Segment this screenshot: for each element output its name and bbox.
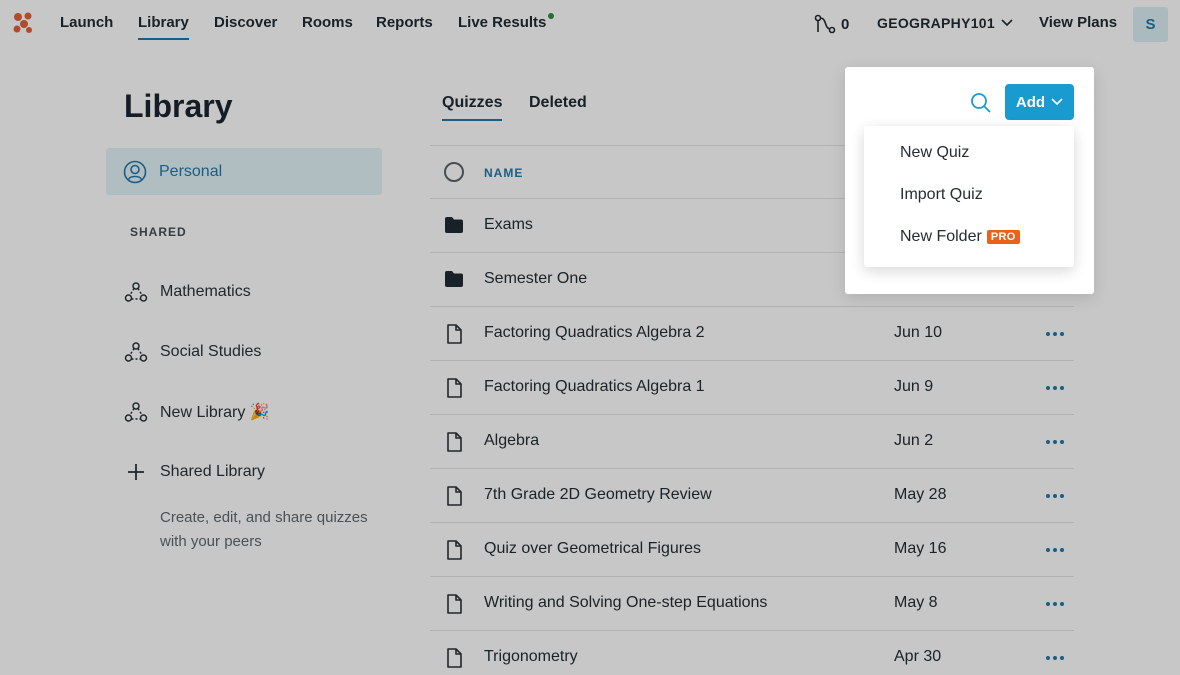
- menu-item-label: New Quiz: [900, 144, 970, 161]
- sidebar-item-social-studies[interactable]: Social Studies: [124, 341, 261, 363]
- row-date: May 16: [894, 540, 947, 557]
- add-shared-label: Shared Library: [160, 463, 265, 480]
- table-row[interactable]: 7th Grade 2D Geometry Review May 28: [430, 469, 1074, 523]
- row-name[interactable]: Semester One: [484, 270, 587, 288]
- top-nav: Launch Library Discover Rooms Reports Li…: [0, 0, 1180, 48]
- folder-icon: [444, 270, 464, 293]
- plus-icon: [128, 464, 144, 480]
- shared-heading: SHARED: [130, 225, 187, 239]
- tab-quizzes[interactable]: Quizzes: [442, 94, 503, 121]
- more-options-icon[interactable]: [1046, 386, 1066, 390]
- more-options-icon[interactable]: [1046, 494, 1066, 498]
- more-options-icon[interactable]: [1046, 440, 1066, 444]
- menu-item-import-quiz[interactable]: Import Quiz: [900, 186, 983, 204]
- search-icon[interactable]: [969, 91, 993, 115]
- shared-group-icon: [124, 402, 148, 422]
- user-circle-icon: [123, 160, 147, 183]
- routes-counter[interactable]: 0: [814, 14, 849, 34]
- document-icon: [444, 486, 464, 511]
- class-selector[interactable]: GEOGRAPHY101: [877, 15, 1013, 31]
- nav-launch[interactable]: Launch: [60, 14, 113, 31]
- sidebar-item-label: New Library 🎉: [160, 404, 270, 421]
- add-button-label: Add: [1015, 93, 1046, 111]
- document-icon: [444, 324, 464, 349]
- document-icon: [444, 540, 464, 565]
- row-date: Jun 10: [894, 324, 943, 341]
- row-name[interactable]: 7th Grade 2D Geometry Review: [484, 486, 712, 504]
- more-options-icon[interactable]: [1046, 332, 1066, 336]
- sidebar-item-new-library[interactable]: New Library 🎉: [124, 401, 270, 423]
- row-name[interactable]: Factoring Quadratics Algebra 1: [484, 378, 705, 396]
- sidebar-item-label: Mathematics: [160, 283, 251, 300]
- menu-item-new-quiz[interactable]: New Quiz: [900, 144, 969, 162]
- document-icon: [444, 378, 464, 403]
- table-row[interactable]: Quiz over Geometrical Figures May 16: [430, 523, 1074, 577]
- table-row[interactable]: Factoring Quadratics Algebra 1 Jun 9: [430, 361, 1074, 415]
- nav-library[interactable]: Library: [138, 14, 189, 40]
- nav-reports[interactable]: Reports: [376, 14, 433, 31]
- row-date: Jun 9: [894, 378, 934, 395]
- route-icon: [814, 14, 836, 34]
- sidebar-item-personal[interactable]: Personal: [106, 148, 382, 195]
- menu-item-label: New Folder: [900, 228, 982, 245]
- table-row[interactable]: Algebra Jun 2: [430, 415, 1074, 469]
- add-dropdown-menu: New Quiz Import Quiz New Folder PRO: [864, 126, 1074, 267]
- sidebar-item-label: Social Studies: [160, 343, 262, 360]
- row-date: May 8: [894, 594, 938, 611]
- table-row[interactable]: Writing and Solving One-step Equations Ma…: [430, 577, 1074, 631]
- sidebar-item-label: Personal: [159, 162, 223, 180]
- name-column-header[interactable]: NAME: [484, 166, 523, 180]
- sidebar-item-mathematics[interactable]: Mathematics: [124, 281, 251, 303]
- more-options-icon[interactable]: [1046, 656, 1066, 660]
- document-icon: [444, 648, 464, 673]
- document-icon: [444, 432, 464, 457]
- logo-icon[interactable]: [13, 12, 35, 36]
- row-name[interactable]: Factoring Quadratics Algebra 2: [484, 324, 705, 342]
- row-name[interactable]: Quiz over Geometrical Figures: [484, 540, 701, 558]
- row-name[interactable]: Trigonometry: [484, 648, 578, 666]
- chevron-down-icon: [1051, 98, 1063, 106]
- more-options-icon[interactable]: [1046, 602, 1066, 606]
- more-options-icon[interactable]: [1046, 548, 1066, 552]
- row-date: May 28: [894, 486, 947, 503]
- live-indicator-dot: [548, 13, 554, 19]
- row-name[interactable]: Exams: [484, 216, 533, 234]
- class-name: GEOGRAPHY101: [877, 15, 995, 31]
- avatar[interactable]: S: [1133, 7, 1168, 42]
- menu-item-label: Import Quiz: [900, 186, 983, 203]
- page-title: Library: [124, 88, 233, 124]
- row-name[interactable]: Writing and Solving One-step Equations: [484, 594, 767, 612]
- menu-item-new-folder[interactable]: New Folder PRO: [900, 228, 1020, 246]
- row-date: Apr 30: [894, 648, 942, 665]
- shared-group-icon: [124, 342, 148, 362]
- shared-help-text: Create, edit, and share quizzes with you…: [160, 509, 368, 550]
- nav-rooms[interactable]: Rooms: [302, 14, 353, 31]
- table-row[interactable]: Trigonometry Apr 30: [430, 631, 1074, 675]
- add-shared-library-button[interactable]: Shared Library: [124, 461, 265, 483]
- shared-group-icon: [124, 282, 148, 302]
- view-plans-link[interactable]: View Plans: [1039, 14, 1117, 31]
- add-popover: Add New Quiz Import Quiz New Folder PRO: [845, 67, 1094, 294]
- nav-discover[interactable]: Discover: [214, 14, 277, 31]
- select-all-checkbox[interactable]: [444, 162, 464, 182]
- document-icon: [444, 594, 464, 619]
- nav-live-results[interactable]: Live Results: [458, 14, 546, 31]
- chevron-down-icon: [1001, 19, 1013, 27]
- routes-count: 0: [841, 15, 850, 33]
- pro-badge: PRO: [986, 230, 1020, 244]
- row-name[interactable]: Algebra: [484, 432, 539, 450]
- folder-icon: [444, 216, 464, 239]
- add-button[interactable]: Add: [1005, 84, 1074, 120]
- table-row[interactable]: Factoring Quadratics Algebra 2 Jun 10: [430, 307, 1074, 361]
- row-date: Jun 2: [894, 432, 934, 449]
- tab-deleted[interactable]: Deleted: [529, 94, 587, 112]
